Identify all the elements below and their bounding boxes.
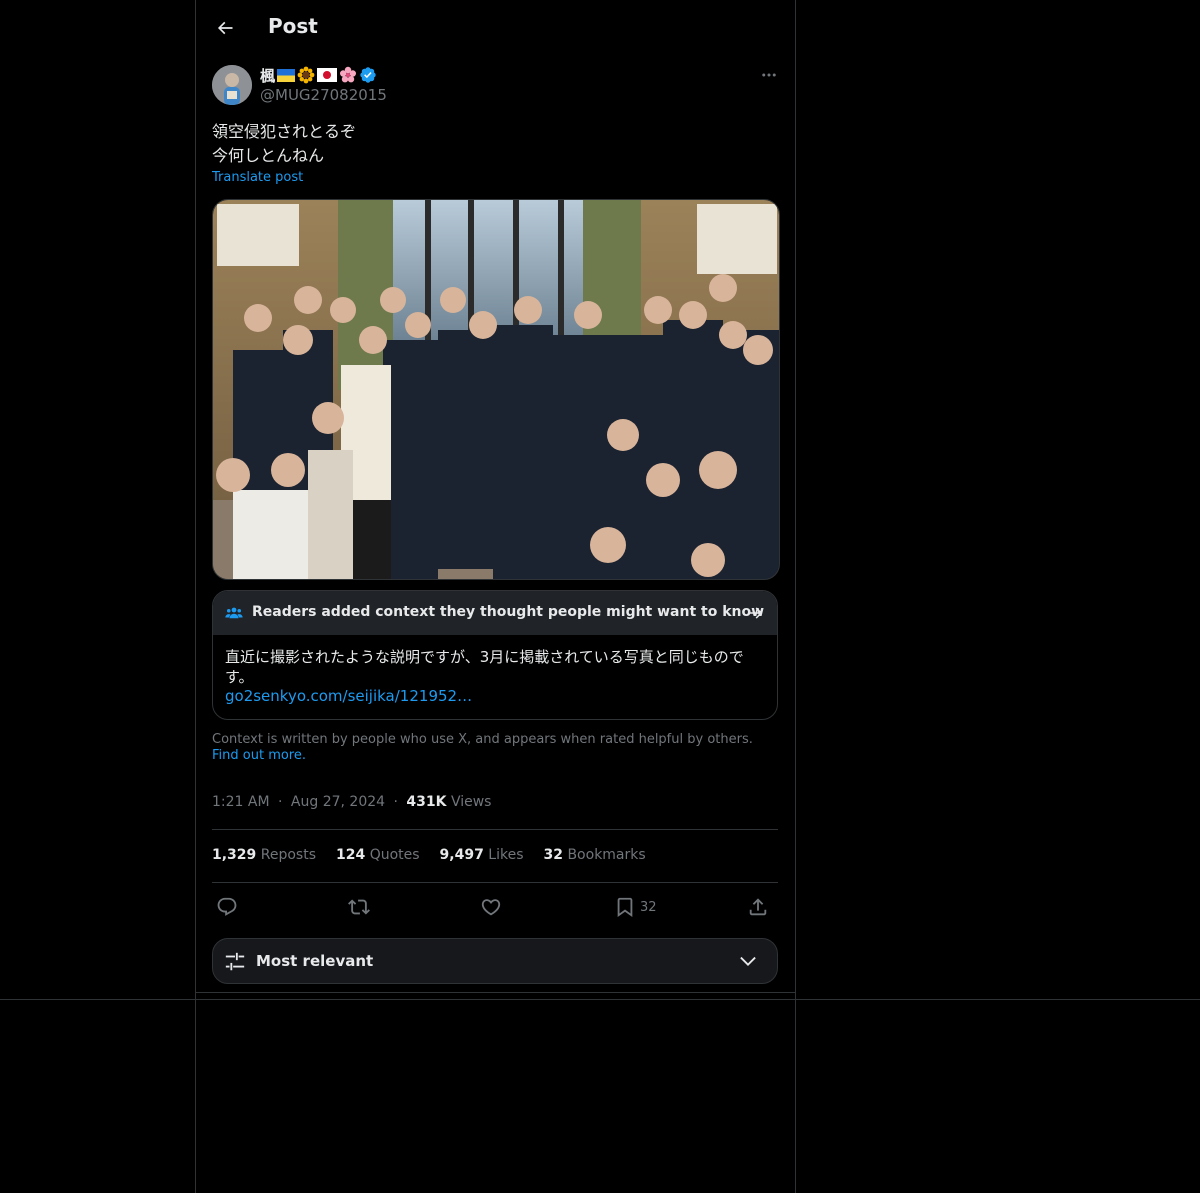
share-icon bbox=[749, 898, 767, 916]
reply-button[interactable] bbox=[216, 893, 238, 921]
bookmarks-stat[interactable]: 32 Bookmarks bbox=[544, 847, 646, 863]
like-button[interactable] bbox=[480, 893, 502, 921]
chevron-down-icon bbox=[740, 956, 756, 966]
post-time[interactable]: 1:21 AM bbox=[212, 794, 270, 810]
sakura-icon bbox=[340, 66, 357, 83]
stat-label: Reposts bbox=[260, 847, 316, 863]
more-options-button[interactable] bbox=[754, 64, 784, 86]
post-text-line: 今何しとんねん bbox=[212, 146, 325, 165]
verified-badge-icon bbox=[360, 67, 376, 83]
post-text-line: 領空侵犯されとるぞ bbox=[212, 122, 357, 141]
community-note-header[interactable]: Readers added context they thought peopl… bbox=[213, 591, 777, 635]
stat-label: Bookmarks bbox=[567, 847, 646, 863]
reply-icon bbox=[217, 897, 237, 916]
meta-separator: · bbox=[278, 794, 283, 810]
find-out-more-link[interactable]: Find out more. bbox=[212, 748, 306, 763]
divider bbox=[212, 829, 778, 830]
repost-icon bbox=[348, 899, 370, 915]
stat-label: Quotes bbox=[369, 847, 420, 863]
community-note-footer: Context is written by people who use X, … bbox=[212, 732, 772, 764]
post-date[interactable]: Aug 27, 2024 bbox=[291, 794, 385, 810]
share-button[interactable] bbox=[747, 893, 769, 921]
translate-post-link[interactable]: Translate post bbox=[212, 170, 303, 185]
sunflower-icon bbox=[297, 66, 315, 84]
avatar[interactable] bbox=[212, 65, 252, 105]
views-label: Views bbox=[450, 794, 492, 810]
bookmark-icon bbox=[617, 897, 633, 918]
post-text: 領空侵犯されとるぞ 今何しとんねん bbox=[212, 120, 356, 168]
bookmark-count: 32 bbox=[640, 899, 657, 915]
divider bbox=[196, 992, 795, 993]
post-header: Post bbox=[196, 0, 795, 56]
quotes-stat[interactable]: 124 Quotes bbox=[336, 847, 420, 863]
repost-button[interactable] bbox=[348, 893, 370, 921]
community-note-source-link[interactable]: go2senkyo.com/seijika/121952… bbox=[225, 687, 472, 705]
sliders-icon bbox=[225, 952, 245, 971]
author-name: 楓 bbox=[260, 66, 276, 85]
heart-icon bbox=[481, 899, 501, 916]
views-count: 431K bbox=[406, 794, 447, 810]
community-note: Readers added context they thought peopl… bbox=[212, 590, 778, 720]
divider bbox=[0, 999, 1200, 1000]
author-name-row[interactable]: 楓 bbox=[260, 64, 377, 86]
post-detail-column: Post 楓 @MUG27082015 領空侵犯されとるぞ 今何しとんねん Tr… bbox=[195, 0, 796, 1193]
divider bbox=[212, 882, 778, 883]
community-note-footer-text: Context is written by people who use X, … bbox=[212, 732, 753, 747]
community-note-title: Readers added context they thought peopl… bbox=[252, 604, 765, 620]
people-icon bbox=[225, 607, 243, 619]
arrow-right-icon bbox=[749, 607, 763, 619]
reposts-stat[interactable]: 1,329 Reposts bbox=[212, 847, 316, 863]
author-handle[interactable]: @MUG27082015 bbox=[260, 86, 387, 104]
sort-label: Most relevant bbox=[256, 952, 374, 970]
stat-count: 124 bbox=[336, 847, 366, 863]
ukraine-flag-icon bbox=[277, 68, 296, 82]
community-note-body: 直近に撮影されたような説明ですが、3月に掲載されている写真と同じものです。 bbox=[225, 648, 744, 686]
reply-sort-dropdown[interactable]: Most relevant bbox=[212, 938, 778, 984]
action-bar: 32 bbox=[212, 893, 778, 921]
more-dots-icon bbox=[762, 73, 776, 77]
back-button[interactable] bbox=[208, 11, 242, 45]
engagement-stats: 1,329 Reposts 124 Quotes 9,497 Likes 32 … bbox=[212, 847, 646, 863]
meta-separator: · bbox=[393, 794, 398, 810]
stat-count: 1,329 bbox=[212, 847, 257, 863]
stat-label: Likes bbox=[488, 847, 524, 863]
bookmark-button[interactable]: 32 bbox=[614, 893, 657, 921]
stat-count: 32 bbox=[543, 847, 563, 863]
japan-flag-icon bbox=[317, 68, 338, 82]
post-meta: 1:21 AM · Aug 27, 2024 · 431K Views bbox=[212, 794, 491, 810]
likes-stat[interactable]: 9,497 Likes bbox=[440, 847, 524, 863]
page-title: Post bbox=[268, 14, 318, 38]
stat-count: 9,497 bbox=[439, 847, 484, 863]
post-photo[interactable] bbox=[212, 199, 780, 580]
arrow-left-icon bbox=[217, 21, 233, 35]
